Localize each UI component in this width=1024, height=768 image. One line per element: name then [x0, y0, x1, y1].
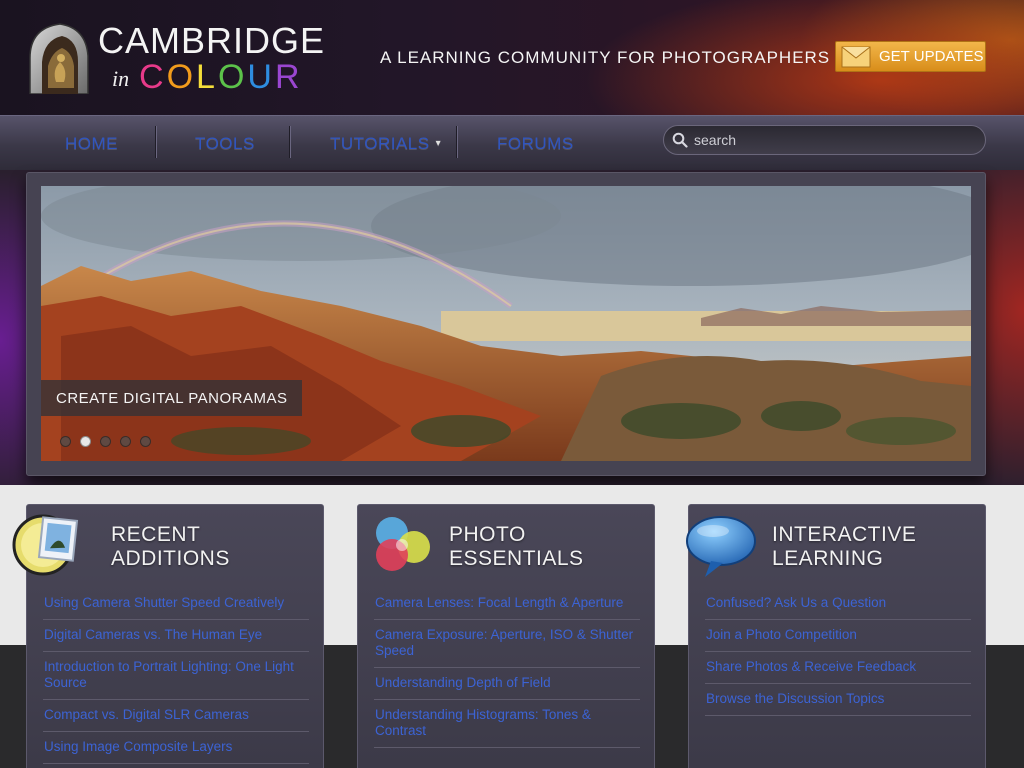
search-input[interactable] — [694, 132, 974, 148]
slider-dot[interactable] — [100, 436, 111, 447]
list-item[interactable]: Understanding Depth of Field — [374, 668, 640, 700]
panel-title: INTERACTIVE LEARNING — [772, 523, 916, 571]
panel-photo-essentials: PHOTO ESSENTIALS Camera Lenses: Focal Le… — [357, 504, 655, 768]
logo-colour-letter: L — [196, 58, 218, 96]
nav-home-label: HOME — [65, 133, 118, 153]
panel-recent-additions: RECENT ADDITIONS Using Camera Shutter Sp… — [12, 504, 324, 768]
site-header: CAMBRIDGE in COLOUR A LEARNING COMMUNITY… — [0, 0, 1024, 115]
speech-bubble-icon — [686, 516, 756, 577]
logo-colour-letter: R — [274, 58, 303, 96]
recent-additions-list: Using Camera Shutter Speed Creatively Di… — [43, 589, 309, 764]
photo-frame-icon — [12, 514, 79, 576]
logo-colour-letter: C — [139, 58, 167, 96]
hero-caption[interactable]: CREATE DIGITAL PANORAMAS — [41, 380, 303, 416]
panorama-landscape — [41, 186, 971, 461]
hero-panorama-image[interactable] — [41, 186, 971, 461]
panel-interactive-learning: INTERACTIVE LEARNING Confused? Ask Us a … — [686, 504, 986, 768]
panel-title-line1: PHOTO — [449, 523, 526, 546]
logo-colour-letter: O — [217, 58, 248, 96]
site-tagline: A LEARNING COMMUNITY FOR PHOTOGRAPHERS — [380, 48, 831, 67]
nav-tools[interactable]: TOOLS — [195, 116, 255, 171]
slider-dot[interactable] — [60, 436, 71, 447]
panel-title-line1: RECENT — [111, 523, 201, 546]
list-item[interactable]: Digital Cameras vs. The Human Eye — [43, 620, 309, 652]
list-item[interactable]: Camera Exposure: Aperture, ISO & Shutter… — [374, 620, 640, 668]
logo-title: CAMBRIDGE — [98, 20, 326, 61]
slider-dot[interactable] — [120, 436, 131, 447]
panel-title-line2: LEARNING — [772, 547, 884, 570]
logo-colour: COLOUR — [139, 58, 303, 97]
nav-tutorials[interactable]: TUTORIALS ▾ — [330, 116, 441, 171]
logo-colour-letter: U — [247, 58, 275, 96]
envelope-icon — [841, 46, 871, 67]
site-logo[interactable]: CAMBRIDGE in COLOUR — [26, 20, 336, 100]
list-item[interactable]: Share Photos & Receive Feedback — [705, 652, 971, 684]
slider-dot[interactable] — [140, 436, 151, 447]
slider-dot-active[interactable] — [80, 436, 91, 447]
list-item[interactable]: Confused? Ask Us a Question — [705, 589, 971, 620]
get-updates-label: GET UPDATES — [879, 48, 984, 65]
list-item[interactable]: Understanding Histograms: Tones & Contra… — [374, 700, 640, 748]
nav-divider — [155, 126, 157, 158]
panel-title-line1: INTERACTIVE — [772, 523, 917, 546]
panel-title-line2: ESSENTIALS — [449, 547, 584, 570]
chevron-down-icon: ▾ — [435, 138, 442, 149]
nav-home[interactable]: HOME — [65, 116, 118, 171]
slider-dots — [60, 436, 151, 447]
list-item[interactable]: Join a Photo Competition — [705, 620, 971, 652]
nav-forums-label: FORUMS — [497, 133, 574, 153]
panel-title: PHOTO ESSENTIALS — [449, 523, 584, 571]
panel-title: RECENT ADDITIONS — [111, 523, 230, 571]
search-box[interactable] — [663, 125, 986, 155]
photo-essentials-list: Camera Lenses: Focal Length & Aperture C… — [374, 589, 640, 748]
list-item[interactable]: Browse the Discussion Topics — [705, 684, 971, 716]
list-item[interactable]: Camera Lenses: Focal Length & Aperture — [374, 589, 640, 620]
search-icon — [672, 132, 688, 148]
list-item[interactable]: Using Camera Shutter Speed Creatively — [43, 589, 309, 620]
nav-forums[interactable]: FORUMS — [497, 116, 574, 171]
nav-tools-label: TOOLS — [195, 133, 255, 153]
list-item[interactable]: Introduction to Portrait Lighting: One L… — [43, 652, 309, 700]
logo-colour-letter: O — [166, 58, 197, 96]
gothic-window-icon — [29, 23, 89, 94]
get-updates-button[interactable]: GET UPDATES — [835, 41, 986, 72]
list-item[interactable]: Using Image Composite Layers — [43, 732, 309, 764]
color-circles-icon — [376, 517, 430, 571]
panel-title-line2: ADDITIONS — [111, 547, 230, 570]
list-item[interactable]: Compact vs. Digital SLR Cameras — [43, 700, 309, 732]
interactive-learning-list: Confused? Ask Us a Question Join a Photo… — [705, 589, 971, 716]
logo-in: in — [112, 66, 130, 91]
nav-tutorials-label: TUTORIALS — [330, 133, 430, 153]
nav-divider — [456, 126, 458, 158]
nav-divider — [289, 126, 291, 158]
